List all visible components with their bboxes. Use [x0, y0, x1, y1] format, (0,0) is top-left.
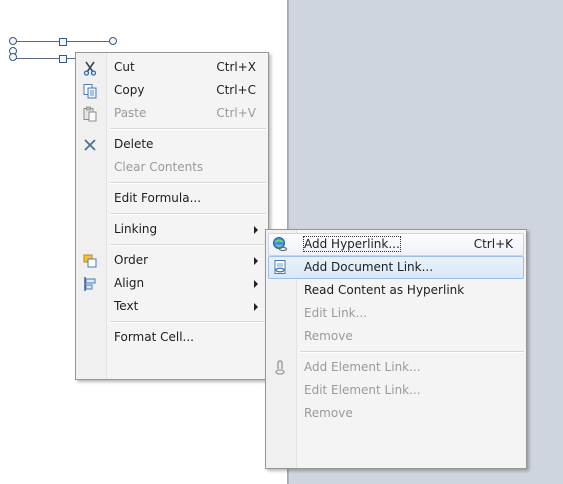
- menu-item-label: Text: [114, 299, 139, 313]
- menu-item-add-document-link[interactable]: Add Document Link...: [268, 256, 524, 279]
- menu-item-delete[interactable]: Delete: [76, 133, 268, 156]
- resize-handle-bl[interactable]: [9, 53, 17, 61]
- menu-item-format-cell[interactable]: Format Cell...: [76, 326, 268, 349]
- menu-item-label: Remove: [304, 406, 353, 420]
- menu-item-label: Add Hyperlink...: [303, 236, 401, 252]
- menu-item-label: Edit Link...: [304, 306, 368, 320]
- menu-item-align[interactable]: Align: [76, 272, 268, 295]
- resize-handle-bottom[interactable]: [59, 55, 67, 63]
- context-menu: Cut Ctrl+X Copy Ctrl+C Paste Ctrl+V Dele…: [75, 52, 269, 380]
- submenu-arrow-icon: [254, 303, 258, 311]
- copy-icon: [82, 83, 98, 99]
- linking-submenu: Add Hyperlink... Ctrl+K Add Document Lin…: [265, 229, 527, 469]
- submenu-arrow-icon: [254, 226, 258, 234]
- menu-separator: [110, 213, 266, 215]
- menu-item-label: Align: [114, 276, 145, 290]
- menu-item-add-element-link[interactable]: Add Element Link...: [266, 356, 526, 379]
- menu-item-remove-element-link[interactable]: Remove: [266, 402, 526, 425]
- menu-item-label: Paste: [114, 106, 147, 120]
- delete-x-icon: [82, 137, 98, 153]
- resize-handle-tl[interactable]: [9, 37, 17, 45]
- menu-item-label: Copy: [114, 83, 145, 97]
- menu-separator: [300, 351, 524, 353]
- menu-item-label: Delete: [114, 137, 154, 151]
- menu-item-read-content-as-hyperlink[interactable]: Read Content as Hyperlink: [266, 279, 526, 302]
- menu-separator: [110, 244, 266, 246]
- shortcut-text: Ctrl+K: [473, 237, 513, 251]
- align-icon: [82, 276, 98, 292]
- menu-item-label: Add Document Link...: [304, 260, 434, 274]
- shortcut-text: Ctrl+X: [216, 60, 256, 74]
- paste-icon: [82, 106, 98, 122]
- resize-handle-top[interactable]: [59, 38, 67, 46]
- menu-item-label: Read Content as Hyperlink: [304, 283, 465, 297]
- scissors-icon: [82, 60, 98, 76]
- menu-item-label: Clear Contents: [114, 160, 204, 174]
- menu-item-edit-element-link[interactable]: Edit Element Link...: [266, 379, 526, 402]
- menu-item-edit-link[interactable]: Edit Link...: [266, 302, 526, 325]
- menu-item-remove-link[interactable]: Remove: [266, 325, 526, 348]
- document-link-icon: [272, 259, 288, 275]
- menu-separator: [110, 321, 266, 323]
- resize-handle-tr[interactable]: [109, 37, 117, 45]
- submenu-arrow-icon: [254, 257, 258, 265]
- menu-separator: [110, 128, 266, 130]
- globe-link-icon: [272, 236, 288, 252]
- menu-separator: [110, 182, 266, 184]
- menu-item-label: Cut: [114, 60, 135, 74]
- element-link-icon: [272, 360, 288, 376]
- menu-item-linking[interactable]: Linking: [76, 218, 268, 241]
- shortcut-text: Ctrl+C: [216, 83, 256, 97]
- menu-item-label: Linking: [114, 222, 158, 236]
- menu-item-label: Remove: [304, 329, 353, 343]
- menu-item-text[interactable]: Text: [76, 295, 268, 318]
- menu-item-label: Edit Element Link...: [304, 383, 421, 397]
- menu-item-cut[interactable]: Cut Ctrl+X: [76, 56, 268, 79]
- menu-item-order[interactable]: Order: [76, 249, 268, 272]
- menu-item-label: Add Element Link...: [304, 360, 421, 374]
- menu-item-copy[interactable]: Copy Ctrl+C: [76, 79, 268, 102]
- menu-item-paste[interactable]: Paste Ctrl+V: [76, 102, 268, 125]
- order-icon: [82, 253, 98, 269]
- menu-item-edit-formula[interactable]: Edit Formula...: [76, 187, 268, 210]
- menu-item-label: Order: [114, 253, 149, 267]
- shortcut-text: Ctrl+V: [216, 106, 256, 120]
- menu-item-add-hyperlink[interactable]: Add Hyperlink... Ctrl+K: [268, 233, 524, 256]
- menu-item-clear-contents[interactable]: Clear Contents: [76, 156, 268, 179]
- menu-item-label: Edit Formula...: [114, 191, 202, 205]
- menu-item-label: Format Cell...: [114, 330, 194, 344]
- submenu-arrow-icon: [254, 280, 258, 288]
